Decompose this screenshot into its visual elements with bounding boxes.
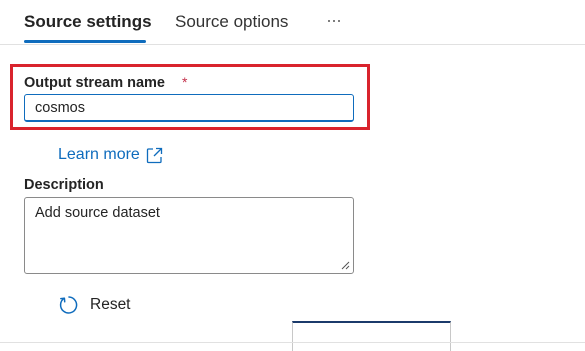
- open-in-new-icon: [146, 147, 162, 163]
- reset-button[interactable]: Reset: [58, 294, 131, 316]
- divider: [0, 342, 585, 343]
- output-stream-name-input[interactable]: [24, 94, 354, 122]
- tab-source-options[interactable]: Source options: [175, 11, 288, 33]
- resize-grip-icon[interactable]: [340, 260, 350, 270]
- reset-label: Reset: [90, 296, 131, 313]
- required-indicator: *: [182, 74, 188, 90]
- active-tab-indicator: [24, 40, 146, 43]
- description-label: Description: [24, 177, 104, 193]
- tab-bar: Source settings Source options: [0, 0, 585, 45]
- output-stream-name-label: Output stream name: [24, 75, 165, 91]
- refresh-icon: [59, 296, 78, 314]
- learn-more-label: Learn more: [58, 146, 140, 163]
- partially-visible-control[interactable]: [292, 321, 451, 351]
- ellipsis-icon: [328, 20, 330, 22]
- learn-more-link[interactable]: Learn more: [58, 146, 163, 164]
- description-textarea[interactable]: Add source dataset: [24, 197, 354, 274]
- more-tabs-button[interactable]: [322, 10, 346, 32]
- tab-source-settings[interactable]: Source settings: [24, 11, 152, 33]
